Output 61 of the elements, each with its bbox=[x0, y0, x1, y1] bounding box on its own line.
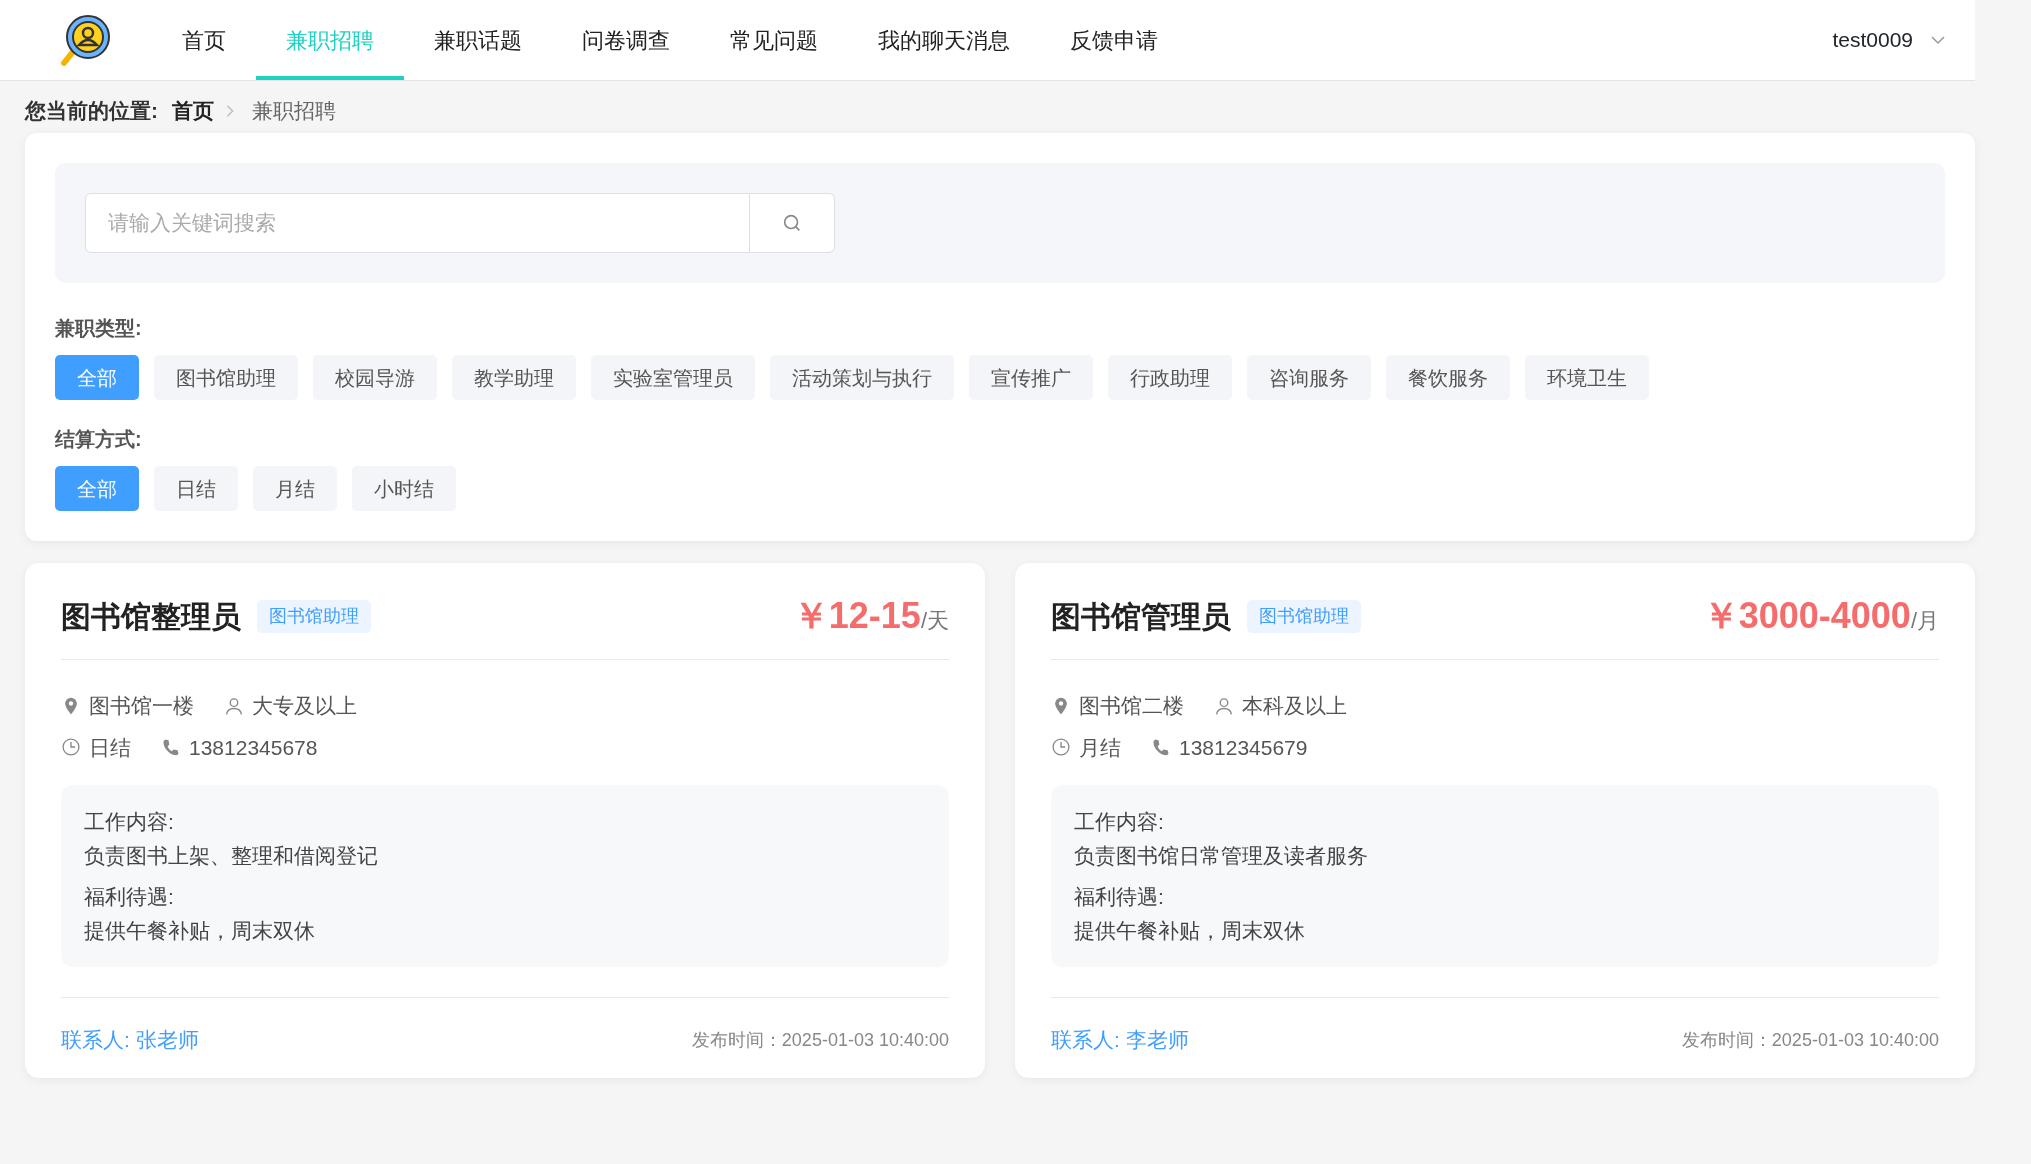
phone-icon bbox=[161, 737, 181, 758]
salary: ￥3000-4000 bbox=[1702, 594, 1911, 638]
section-label: 福利待遇: bbox=[1074, 884, 1165, 911]
filter-chip[interactable]: 教学助理 bbox=[452, 355, 576, 400]
salary: ￥12-15 bbox=[792, 594, 921, 638]
location-text: 图书馆一楼 bbox=[89, 693, 194, 719]
filter-chip[interactable]: 日结 bbox=[154, 466, 238, 511]
section-label: 福利待遇: bbox=[84, 884, 175, 911]
section-label: 工作内容: bbox=[1074, 809, 1165, 835]
filter-chip[interactable]: 活动策划与执行 bbox=[770, 355, 954, 400]
category-tag: 图书馆助理 bbox=[1247, 599, 1361, 633]
breadcrumb-link[interactable]: 兼职招聘 bbox=[252, 95, 336, 127]
person-icon bbox=[224, 695, 244, 716]
category-tag: 图书馆助理 bbox=[257, 599, 371, 633]
salary-unit: /月 bbox=[1910, 608, 1939, 635]
nav-link[interactable]: 常见问题 bbox=[700, 0, 848, 80]
section-label: 工作内容: bbox=[84, 809, 175, 835]
filter-chip[interactable]: 实验室管理员 bbox=[591, 355, 755, 400]
nav-link[interactable]: 兼职话题 bbox=[404, 0, 552, 80]
filter-chip[interactable]: 餐饮服务 bbox=[1386, 355, 1510, 400]
filter-chip[interactable]: 咨询服务 bbox=[1247, 355, 1371, 400]
filter-chip[interactable]: 月结 bbox=[253, 466, 337, 511]
benefits-text: 提供午餐补贴，周末双休 bbox=[1074, 917, 1306, 944]
description-text: 负责图书上架、整理和借阅登记 bbox=[84, 842, 379, 869]
breadcrumb-link[interactable]: 首页 bbox=[172, 95, 214, 127]
nav-link[interactable]: 问卷调查 bbox=[552, 0, 700, 80]
salary-unit: /天 bbox=[920, 608, 949, 635]
phone-number: 13812345678 bbox=[189, 734, 318, 761]
job-title: 图书馆整理员 bbox=[61, 598, 241, 635]
breadcrumb-label: 您当前的位置: bbox=[25, 98, 158, 125]
filter-label: 兼职类型: bbox=[55, 316, 143, 341]
nav-link[interactable]: 我的聊天消息 bbox=[848, 0, 1040, 80]
job-title: 图书馆管理员 bbox=[1051, 598, 1231, 635]
benefits-text: 提供午餐补贴，周末双休 bbox=[84, 917, 316, 944]
filter-chip[interactable]: 小时结 bbox=[352, 466, 456, 511]
education-text: 大专及以上 bbox=[252, 693, 357, 719]
settlement-text: 日结 bbox=[89, 734, 131, 761]
settlement-text: 月结 bbox=[1079, 734, 1121, 761]
phone-number: 13812345679 bbox=[1179, 734, 1308, 761]
search-icon bbox=[781, 212, 803, 234]
filter-chip[interactable]: 宣传推广 bbox=[969, 355, 1093, 400]
location-text: 图书馆二楼 bbox=[1079, 693, 1184, 719]
phone-icon bbox=[1151, 737, 1171, 758]
search-field[interactable]: 请输入关键词搜索 bbox=[85, 193, 750, 253]
user-name[interactable]: test0009 bbox=[1832, 24, 1913, 56]
filter-label: 结算方式: bbox=[55, 427, 143, 452]
person-icon bbox=[1214, 695, 1234, 716]
clock-icon bbox=[61, 737, 81, 758]
publish-time: 发布时间：2025-01-03 10:40:00 bbox=[1681, 1028, 1939, 1052]
education-text: 本科及以上 bbox=[1242, 693, 1347, 719]
description-text: 负责图书馆日常管理及读者服务 bbox=[1074, 842, 1369, 869]
nav-link[interactable]: 首页 bbox=[152, 0, 256, 80]
logo-icon bbox=[58, 13, 112, 67]
filter-chip[interactable]: 图书馆助理 bbox=[154, 355, 298, 400]
clock-icon bbox=[1051, 737, 1071, 758]
filter-chip[interactable]: 行政助理 bbox=[1108, 355, 1232, 400]
filter-chip[interactable]: 环境卫生 bbox=[1525, 355, 1649, 400]
search-button[interactable] bbox=[750, 193, 835, 253]
nav-link[interactable]: 反馈申请 bbox=[1040, 0, 1188, 80]
filter-chip[interactable]: 校园导游 bbox=[313, 355, 437, 400]
publish-time: 发布时间：2025-01-03 10:40:00 bbox=[691, 1028, 949, 1052]
